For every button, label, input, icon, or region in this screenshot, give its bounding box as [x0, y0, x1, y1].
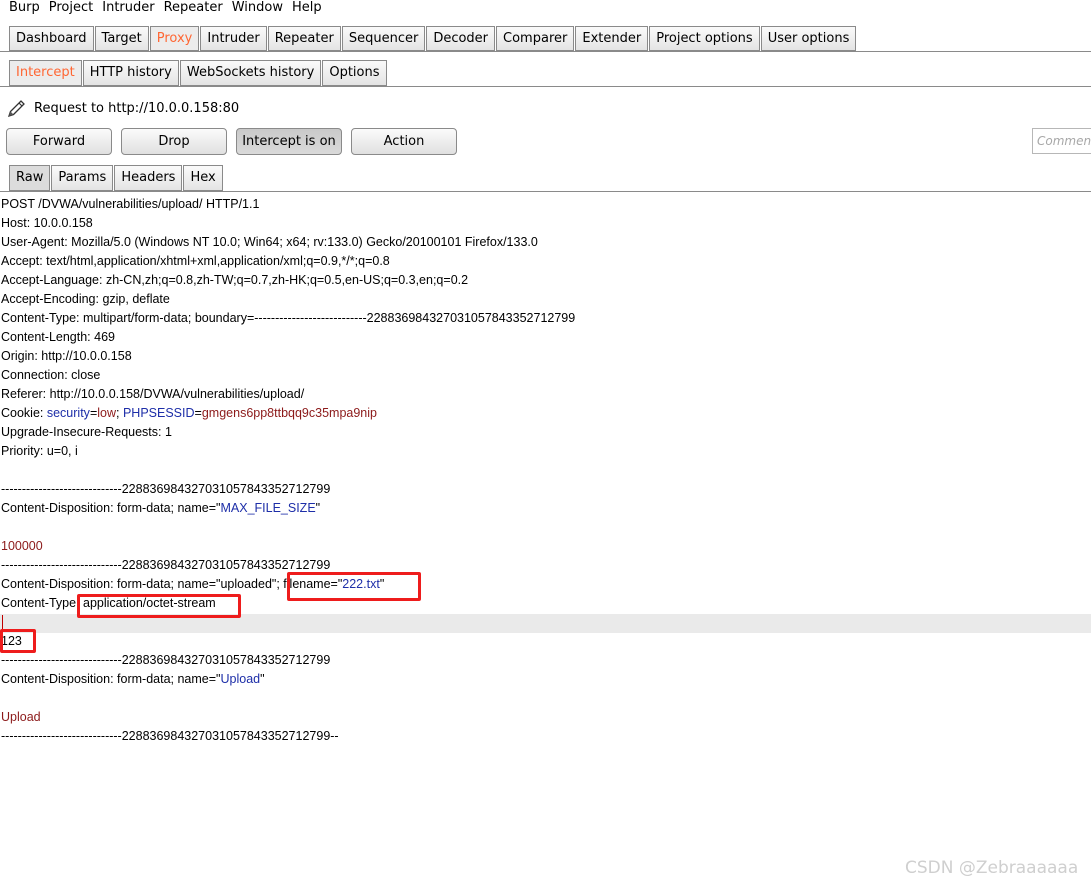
tab-comparer[interactable]: Comparer	[496, 26, 575, 51]
pencil-icon	[7, 100, 25, 118]
tab-proxy[interactable]: Proxy	[149, 26, 200, 51]
tab-decoder[interactable]: Decoder	[426, 26, 496, 51]
header-line: Upgrade-Insecure-Requests: 1	[1, 425, 172, 439]
header-line: Host: 10.0.0.158	[1, 216, 93, 230]
field-value: Upload	[1, 710, 41, 724]
field-name: MAX_FILE_SIZE	[220, 501, 316, 515]
menu-bar: Burp Project Intruder Repeater Window He…	[0, 0, 1091, 18]
tab-headers[interactable]: Headers	[114, 165, 183, 191]
request-info: Request to http://10.0.0.158:80	[6, 99, 239, 119]
boundary-line: -----------------------------22883698432…	[1, 558, 331, 572]
proxy-sub-tab-bar: Intercept HTTP history WebSockets histor…	[9, 60, 388, 86]
main-tab-bar: Dashboard Target Proxy Intruder Repeater…	[9, 26, 857, 51]
field-value: 100000	[1, 539, 43, 553]
boundary-line: -----------------------------22883698432…	[1, 653, 331, 667]
action-button[interactable]: Action	[351, 128, 457, 155]
field-name: Upload	[220, 672, 261, 686]
menu-repeater[interactable]: Repeater	[159, 0, 227, 18]
boundary-line: -----------------------------22883698432…	[1, 482, 331, 496]
tab-divider	[0, 191, 1091, 192]
tab-websockets-history[interactable]: WebSockets history	[179, 60, 322, 86]
cookie-key: PHPSESSID	[122, 406, 195, 420]
forward-button[interactable]: Forward	[6, 128, 112, 155]
request-target-label: Request to http://10.0.0.158:80	[34, 101, 240, 116]
tab-http-history[interactable]: HTTP history	[82, 60, 179, 86]
watermark: CSDN @Zebraaaaaa	[905, 858, 1079, 878]
tab-params[interactable]: Params	[51, 165, 114, 191]
header-line: Connection: close	[1, 368, 101, 382]
request-line: POST /DVWA/vulnerabilities/upload/ HTTP/…	[1, 197, 260, 211]
disposition-line: Content-Disposition: form-data; name="Up…	[1, 672, 265, 686]
tab-target[interactable]: Target	[94, 26, 149, 51]
tab-hex[interactable]: Hex	[183, 165, 223, 191]
boundary-end-line: -----------------------------22883698432…	[1, 729, 339, 743]
cookie-eq: =	[194, 406, 202, 420]
header-line: Accept-Language: zh-CN,zh;q=0.8,zh-TW;q=…	[1, 273, 469, 287]
intercept-toggle-button[interactable]: Intercept is on	[236, 128, 342, 155]
annotation-box-filename	[287, 572, 421, 601]
menu-intruder[interactable]: Intruder	[97, 0, 158, 18]
cookie-sep: ;	[116, 406, 123, 420]
tab-dashboard[interactable]: Dashboard	[9, 26, 94, 51]
menu-project[interactable]: Project	[44, 0, 97, 18]
annotation-box-file-content	[0, 629, 36, 653]
tab-sequencer[interactable]: Sequencer	[341, 26, 426, 51]
drop-button[interactable]: Drop	[121, 128, 227, 155]
header-line: Accept-Encoding: gzip, deflate	[1, 292, 170, 306]
menu-burp[interactable]: Burp	[0, 0, 44, 18]
cookie-line: Cookie: security=low; PHPSESSID=gmgens6p…	[1, 404, 377, 423]
cookie-label: Cookie:	[1, 406, 47, 420]
header-line: Referer: http://10.0.0.158/DVWA/vulnerab…	[1, 387, 305, 401]
tab-user-options[interactable]: User options	[760, 26, 857, 51]
tab-divider	[0, 51, 1091, 52]
header-line: Priority: u=0, i	[1, 444, 78, 458]
annotation-box-content-type	[77, 594, 241, 618]
cookie-key: security	[46, 406, 90, 420]
menu-help[interactable]: Help	[287, 0, 326, 18]
header-line: Content-Type: multipart/form-data; bound…	[1, 311, 576, 325]
tab-intruder[interactable]: Intruder	[200, 26, 267, 51]
header-line: Origin: http://10.0.0.158	[1, 349, 132, 363]
tab-divider	[0, 86, 1091, 87]
message-view-tab-bar: Raw Params Headers Hex	[9, 165, 224, 191]
tab-intercept[interactable]: Intercept	[9, 60, 82, 86]
request-editor[interactable]: POST /DVWA/vulnerabilities/upload/ HTTP/…	[0, 195, 1091, 795]
cookie-value: gmgens6pp8ttbqq9c35mpa9nip	[201, 406, 377, 420]
tab-repeater[interactable]: Repeater	[267, 26, 341, 51]
comment-input[interactable]: Comment	[1032, 128, 1091, 154]
tab-extender[interactable]: Extender	[575, 26, 649, 51]
disposition-line: Content-Disposition: form-data; name="MA…	[1, 501, 321, 515]
tab-project-options[interactable]: Project options	[649, 26, 760, 51]
header-line: Content-Length: 469	[1, 330, 115, 344]
header-line: Accept: text/html,application/xhtml+xml,…	[1, 254, 390, 268]
menu-window[interactable]: Window	[227, 0, 287, 18]
tab-raw[interactable]: Raw	[9, 165, 51, 191]
tab-options[interactable]: Options	[322, 60, 387, 86]
cookie-value: low	[97, 406, 117, 420]
header-line: User-Agent: Mozilla/5.0 (Windows NT 10.0…	[1, 235, 538, 249]
